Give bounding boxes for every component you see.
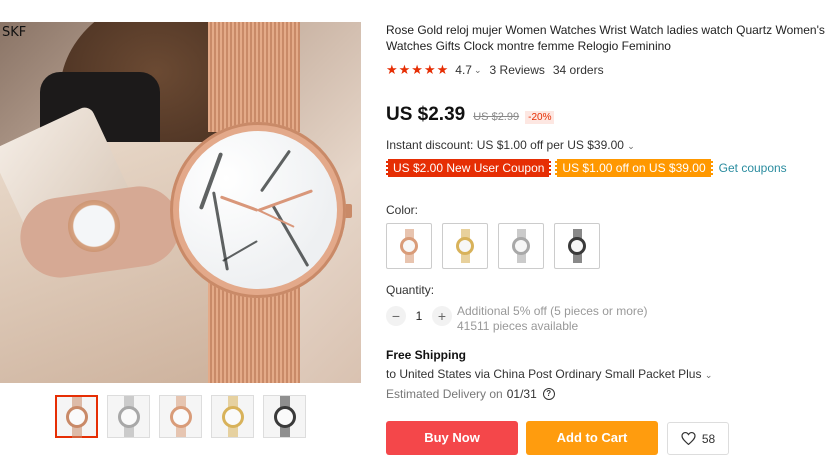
stock-available: 41511 pieces available (457, 319, 579, 333)
get-coupons-link[interactable]: Get coupons (719, 161, 787, 175)
thumbnail-1[interactable] (55, 395, 98, 438)
color-option-gold[interactable] (442, 223, 488, 269)
product-title: Rose Gold reloj mujer Women Watches Wris… (386, 23, 825, 53)
quantity-label: Quantity: (386, 283, 435, 297)
rating-row: ★★★★★ 4.7 ⌄ 3 Reviews 34 orders (386, 62, 604, 78)
shipping-method[interactable]: to United States via China Post Ordinary… (386, 367, 712, 381)
worn-watch (68, 200, 120, 252)
chevron-down-icon: ⌄ (627, 141, 635, 151)
delivery-date: 01/31 (506, 387, 537, 401)
bulk-discount-text: Additional 5% off (5 pieces or more) (457, 304, 648, 318)
thumbnail-strip (55, 395, 306, 438)
thumbnail-2[interactable] (107, 395, 150, 438)
color-option-black[interactable] (554, 223, 600, 269)
rating-value[interactable]: 4.7 (455, 63, 472, 77)
wishlist-button[interactable]: 58 (667, 422, 729, 455)
buy-now-button[interactable]: Buy Now (386, 421, 518, 455)
new-user-coupon[interactable]: US $2.00 New User Coupon (386, 159, 552, 177)
price-row: US $2.39 US $2.99 -20% (386, 104, 555, 126)
quantity-stepper: − 1 + (386, 306, 452, 326)
watch-case (170, 122, 346, 298)
chevron-down-icon[interactable]: ⌄ (474, 65, 482, 76)
quantity-increase-button[interactable]: + (432, 306, 452, 326)
reviews-link[interactable]: 3 Reviews (490, 63, 545, 77)
quantity-info: Additional 5% off (5 pieces or more) 415… (457, 304, 648, 334)
help-icon[interactable]: ? (542, 388, 555, 400)
shipping-method-text: to United States via China Post Ordinary… (386, 367, 702, 381)
instant-discount-text: Instant discount: US $1.00 off per US $3… (386, 138, 624, 152)
coupon-row: US $2.00 New User Coupon US $1.00 off on… (386, 159, 787, 177)
brand-watermark: SKF (2, 25, 27, 40)
delivery-label: Estimated Delivery on (386, 387, 503, 401)
watch-band-top (208, 22, 300, 132)
quantity-decrease-button[interactable]: − (386, 306, 406, 326)
orders-count: 34 orders (552, 63, 604, 77)
color-option-rose-gold[interactable] (386, 223, 432, 269)
thumbnail-5[interactable] (263, 395, 306, 438)
instant-discount[interactable]: Instant discount: US $1.00 off per US $3… (386, 138, 635, 152)
marble-dial (179, 131, 337, 289)
original-price: US $2.99 (473, 111, 520, 123)
store-coupon[interactable]: US $1.00 off on US $39.00 (555, 159, 713, 177)
star-rating-icon: ★★★★★ (386, 62, 450, 77)
wishlist-count: 58 (701, 431, 716, 446)
discount-badge: -20% (525, 111, 555, 124)
current-price: US $2.39 (386, 104, 466, 125)
quantity-input[interactable]: 1 (406, 309, 432, 323)
estimated-delivery: Estimated Delivery on 01/31 ? (386, 387, 555, 401)
chevron-down-icon: ⌄ (704, 370, 713, 380)
color-option-silver[interactable] (498, 223, 544, 269)
add-to-cart-button[interactable]: Add to Cart (526, 421, 658, 455)
main-product-image[interactable]: SKF (0, 22, 361, 383)
color-swatches (386, 223, 600, 269)
thumbnail-4[interactable] (211, 395, 254, 438)
shipping-title: Free Shipping (386, 348, 467, 362)
heart-icon (681, 432, 696, 445)
thumbnail-3[interactable] (159, 395, 202, 438)
color-label: Color: (386, 203, 419, 217)
